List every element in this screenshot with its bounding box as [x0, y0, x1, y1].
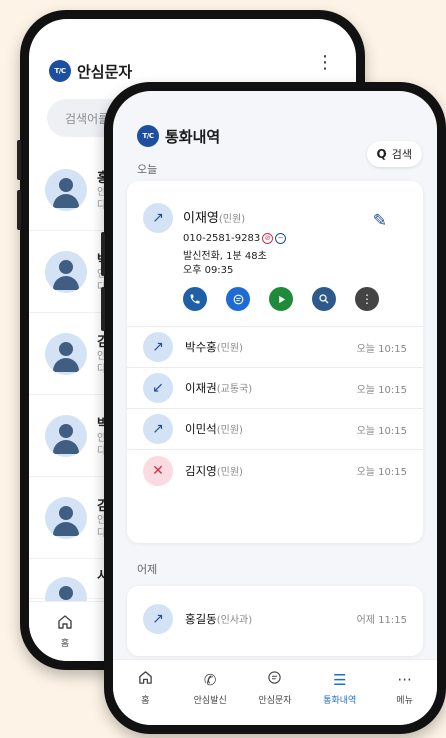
call-actions: ⋮	[183, 287, 398, 311]
more-button[interactable]: ⋮	[355, 287, 379, 311]
outgoing-call-icon: ↗	[143, 203, 173, 233]
bottom-nav: 홈 ✆ 안심발신 안심문자 ☰ 통화내역 ··· 메뉴	[113, 659, 437, 725]
nav-label: 안심발신	[193, 696, 227, 706]
search-call-button[interactable]	[312, 287, 336, 311]
nav-label: 메뉴	[396, 696, 413, 706]
caller-number: 010-2581-9283	[183, 233, 261, 244]
volume-button	[17, 190, 21, 230]
more-vertical-icon: ⋮	[361, 292, 373, 306]
call-row[interactable]: ↗ 박수홍(민원) 오늘 10:15	[127, 327, 423, 368]
home-icon	[113, 670, 178, 690]
caller-dept: (민원)	[216, 343, 243, 354]
caller-name: 이민석	[185, 422, 217, 436]
search-button[interactable]: Q 검색	[366, 141, 422, 167]
page-title: 통화내역	[165, 127, 221, 146]
nav-label: 안심문자	[258, 696, 292, 706]
section-label-yesterday: 어제	[137, 563, 158, 576]
nav-label: 홈	[141, 696, 150, 706]
more-horizontal-icon: ···	[397, 671, 412, 689]
avatar	[45, 496, 87, 539]
nav-home[interactable]: 홈	[113, 670, 178, 725]
edit-icon[interactable]: ✎	[373, 211, 387, 231]
call-time: 오늘 10:15	[356, 343, 407, 355]
front-phone: T/C 통화내역 오늘 Q 검색 ↗ 이재영(민원) 010-2581-9283…	[101, 82, 446, 734]
caller-name: 홍길동	[185, 611, 217, 626]
nav-menu[interactable]: ··· 메뉴	[372, 670, 437, 725]
caller-dept: (인사과)	[216, 614, 253, 626]
app-logo: T/C	[137, 125, 159, 147]
magnifier-icon	[319, 294, 329, 304]
phone-icon: ✆	[203, 671, 217, 689]
app-header: T/C 안심문자	[29, 19, 356, 89]
caller-name: 이재영(민원)	[183, 207, 245, 226]
caller: 홍길동(인사과)	[185, 611, 252, 627]
caller: 박수홍(민원)	[185, 339, 243, 355]
call-row[interactable]: ↗ 홍길동(인사과) 어제 11:15	[127, 598, 423, 639]
caller-number-row: 010-2581-9283 ⊘ −	[183, 233, 287, 244]
phone-icon	[190, 294, 200, 304]
section-label-today: 오늘	[137, 163, 158, 176]
nav-label: 통화내역	[323, 696, 357, 706]
caller: 이민석(민원)	[185, 421, 243, 437]
caller: 이재권(교통국)	[185, 380, 252, 396]
call-row[interactable]: ✕ 김지영(민원) 오늘 10:15	[127, 450, 423, 491]
caller-dept: (민원)	[218, 214, 246, 225]
nav-call-history[interactable]: ☰ 통화내역	[307, 670, 372, 725]
nav-safe-call[interactable]: ✆ 안심발신	[178, 670, 243, 725]
search-icon: Q	[376, 147, 387, 161]
caller-name: 김지영	[185, 463, 217, 478]
nav-home[interactable]: 홈	[57, 614, 73, 649]
block-icon[interactable]: ⊘	[262, 233, 274, 244]
call-time: 오후 09:35	[183, 265, 234, 276]
nav-safe-message[interactable]: 안심문자	[243, 670, 308, 725]
avatar	[45, 414, 87, 457]
caller-dept: (교통국)	[216, 384, 253, 395]
incoming-call-icon: ↙	[143, 373, 173, 403]
nav-home-label: 홈	[60, 639, 70, 649]
call-row[interactable]: ↗ 이민석(민원) 오늘 10:15	[127, 409, 423, 450]
call-detail: 발신전화, 1분 48초	[183, 251, 267, 262]
volume-button	[101, 287, 105, 331]
caller: 김지영(민원)	[185, 463, 243, 479]
call-time: 오늘 10:15	[356, 384, 407, 396]
message-button[interactable]	[226, 287, 250, 311]
message-icon	[233, 294, 243, 304]
outgoing-call-icon: ↗	[143, 332, 173, 362]
caller-name: 이재권	[185, 381, 217, 395]
app-title: 안심문자	[77, 62, 133, 81]
call-time: 오늘 10:15	[356, 467, 407, 478]
app-logo: T/C	[49, 60, 71, 82]
avatar	[45, 168, 87, 211]
search-button-label: 검색	[391, 148, 412, 161]
minus-icon[interactable]: −	[275, 233, 287, 244]
list-icon: ☰	[333, 671, 347, 689]
outgoing-call-icon: ↗	[143, 603, 173, 634]
avatar	[45, 332, 87, 375]
call-item-expanded[interactable]: ↗ 이재영(민원) 010-2581-9283 ⊘ − 발신전화, 1분 48초…	[127, 181, 423, 327]
front-screen: T/C 통화내역 오늘 Q 검색 ↗ 이재영(민원) 010-2581-9283…	[113, 91, 437, 725]
volume-button	[17, 140, 21, 180]
call-button[interactable]	[183, 287, 207, 311]
missed-call-icon: ✕	[143, 455, 173, 486]
caller-dept: (민원)	[216, 425, 243, 436]
call-time: 어제 11:15	[356, 615, 407, 626]
avatar	[45, 250, 87, 293]
caller-name: 박수홍	[185, 340, 217, 354]
message-icon	[243, 670, 308, 690]
home-icon	[58, 615, 72, 629]
call-row[interactable]: ↙ 이재권(교통국) 오늘 10:15	[127, 368, 423, 409]
call-card-yesterday: ↗ 홍길동(인사과) 어제 11:15	[127, 586, 423, 656]
play-icon	[278, 295, 285, 303]
caller-name-text: 이재영	[183, 211, 219, 226]
caller-dept: (민원)	[216, 466, 243, 478]
play-button[interactable]	[269, 287, 293, 311]
volume-button	[101, 232, 105, 276]
more-menu-icon[interactable]: ⋮	[316, 53, 334, 73]
call-time: 오늘 10:15	[356, 425, 407, 437]
call-card-today: ↗ 이재영(민원) 010-2581-9283 ⊘ − 발신전화, 1분 48초…	[127, 181, 423, 543]
outgoing-call-icon: ↗	[143, 414, 173, 444]
